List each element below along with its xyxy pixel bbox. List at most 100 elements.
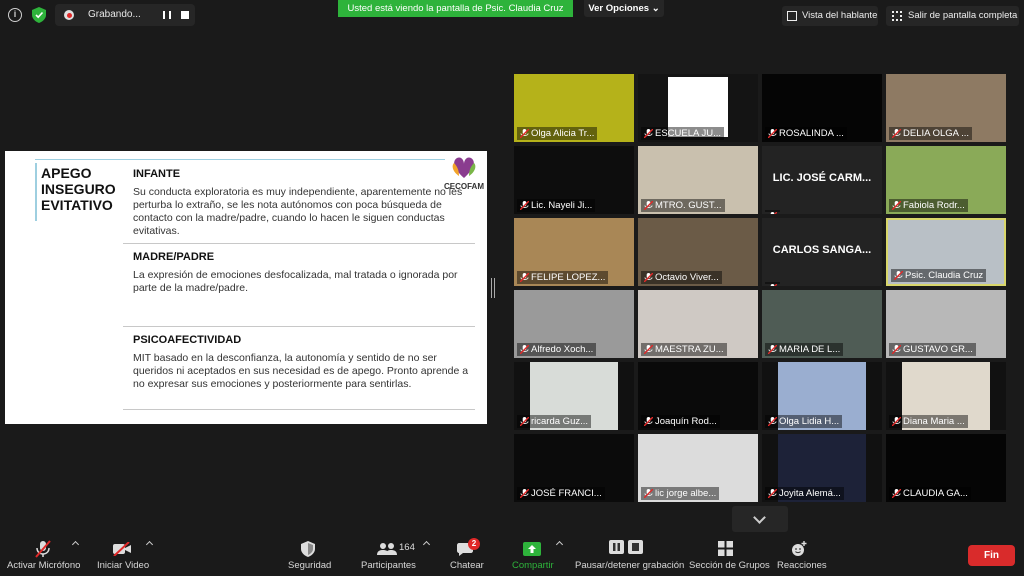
share-options-caret-icon[interactable] — [555, 540, 564, 549]
participant-name: MAESTRA ZU... — [655, 344, 724, 355]
participant-name-label — [765, 282, 780, 286]
participant-tile[interactable]: ESCUELA JU... — [638, 74, 758, 142]
participant-tile[interactable]: Olga Alicia Tr... — [514, 74, 634, 142]
participants-options-caret-icon[interactable] — [422, 540, 431, 549]
participant-tile[interactable]: DELIA OLGA ... — [886, 74, 1006, 142]
mic-muted-icon — [519, 200, 530, 211]
participant-name-label: GUSTAVO GR... — [889, 343, 976, 356]
participant-tile[interactable]: Joyita Alemá... — [762, 434, 882, 502]
participant-tile[interactable]: MARIA DE L... — [762, 290, 882, 358]
video-options-caret-icon[interactable] — [145, 540, 154, 549]
security-label: Seguridad — [288, 560, 332, 571]
info-icon[interactable]: i — [8, 8, 22, 22]
participant-tile[interactable]: Olga Lidia H... — [762, 362, 882, 430]
participant-name-label — [765, 210, 780, 214]
section-divider — [123, 243, 475, 244]
participant-tile[interactable]: lic jorge albe... — [638, 434, 758, 502]
participant-name: ESCUELA JU... — [655, 128, 721, 139]
participant-tile[interactable]: GUSTAVO GR... — [886, 290, 1006, 358]
section-heading: PSICOAFECTIVIDAD — [133, 334, 242, 346]
participant-name: Joaquín Rod... — [655, 416, 717, 427]
participant-name-label: MTRO. GUST... — [641, 199, 725, 212]
mic-options-caret-icon[interactable] — [71, 540, 80, 549]
recording-icon — [64, 10, 74, 20]
mic-muted-icon — [767, 416, 778, 427]
participants-icon — [377, 543, 397, 555]
share-label: Compartir — [512, 560, 554, 571]
security-icon — [301, 541, 315, 557]
section-heading: INFANTE — [133, 168, 181, 180]
participant-name-label: Joaquín Rod... — [641, 415, 720, 428]
participant-name: DELIA OLGA ... — [903, 128, 970, 139]
pause-recording-icon[interactable] — [163, 11, 171, 19]
participant-name-label: Octavio Viver... — [641, 271, 722, 284]
mic-muted-icon — [519, 416, 530, 427]
participant-tile[interactable]: ricarda Guz... — [514, 362, 634, 430]
section-body: La expresión de emociones desfocalizada,… — [133, 269, 458, 294]
participant-display-name: CARLOS SANGA... — [772, 244, 872, 256]
mic-muted-icon — [643, 488, 654, 499]
mic-muted-icon — [767, 128, 778, 139]
participant-name: Joyita Alemá... — [779, 488, 841, 499]
participant-name-label: JOSÉ FRANCI... — [517, 487, 605, 500]
participant-tile[interactable]: LIC. JOSÉ CARM... — [762, 146, 882, 214]
slide-title-line: INSEGURO — [41, 181, 116, 197]
mic-muted-icon — [891, 344, 902, 355]
exit-fullscreen-label: Salir de pantalla completa — [908, 10, 1018, 21]
exit-fullscreen-button[interactable]: Salir de pantalla completa — [886, 6, 1019, 26]
participant-name-label: Joyita Alemá... — [765, 487, 844, 500]
speaker-view-button[interactable]: Vista del hablante — [782, 6, 878, 26]
participant-tile[interactable]: Psic. Claudia Cruz — [886, 218, 1006, 286]
breakout-rooms-icon — [718, 541, 733, 556]
security-shield-icon[interactable] — [32, 7, 46, 23]
participant-tile[interactable]: Fabiola Rodr... — [886, 146, 1006, 214]
slide-title-line: APEGO — [41, 165, 92, 181]
participant-name-label: DELIA OLGA ... — [889, 127, 973, 140]
participant-tile[interactable]: FELIPE LOPEZ... — [514, 218, 634, 286]
participant-name-label: Lic. Nayeli Ji... — [517, 199, 596, 212]
stop-recording-icon[interactable] — [181, 11, 189, 19]
next-page-button[interactable] — [732, 506, 788, 532]
mic-muted-icon — [519, 488, 530, 499]
participant-tile[interactable]: CLAUDIA GA... — [886, 434, 1006, 502]
split-view-handle[interactable] — [491, 278, 495, 298]
chat-label: Chatear — [450, 560, 484, 571]
participant-name: Psic. Claudia Cruz — [905, 270, 984, 281]
mic-muted-icon — [893, 270, 904, 281]
recording-controls-label: Pausar/detener grabación — [575, 560, 685, 571]
section-body: Su conducta exploratoria es muy independ… — [133, 186, 463, 237]
mic-muted-icon — [643, 344, 654, 355]
participants-count: 164 — [399, 542, 415, 553]
end-meeting-button[interactable]: Fin — [968, 545, 1015, 566]
chat-unread-badge: 2 — [468, 538, 480, 550]
participant-name: GUSTAVO GR... — [903, 344, 973, 355]
participant-name-label: Fabiola Rodr... — [889, 199, 968, 212]
participant-tile[interactable]: CARLOS SANGA... — [762, 218, 882, 286]
participant-tile[interactable]: Diana Maria ... — [886, 362, 1006, 430]
mic-muted-icon — [767, 488, 778, 499]
participant-name-label: Olga Alicia Tr... — [517, 127, 598, 140]
participant-name: Diana Maria ... — [903, 416, 965, 427]
participant-name-label: CLAUDIA GA... — [889, 487, 971, 500]
participant-tile[interactable]: MAESTRA ZU... — [638, 290, 758, 358]
participant-tile[interactable]: JOSÉ FRANCI... — [514, 434, 634, 502]
top-bar: i Grabando... Usted está viendo la panta… — [0, 0, 1024, 32]
participant-tile[interactable]: MTRO. GUST... — [638, 146, 758, 214]
participant-tile[interactable]: Octavio Viver... — [638, 218, 758, 286]
participant-name: ROSALINDA ... — [779, 128, 844, 139]
section-heading: MADRE/PADRE — [133, 251, 215, 263]
participant-name-label: Olga Lidia H... — [765, 415, 843, 428]
participant-name: MARIA DE L... — [779, 344, 841, 355]
mic-muted-icon — [891, 200, 902, 211]
pause-stop-recording-icon — [609, 540, 643, 554]
participant-tile[interactable]: Lic. Nayeli Ji... — [514, 146, 634, 214]
participant-name: MTRO. GUST... — [655, 200, 722, 211]
participant-tile[interactable]: Alfredo Xoch... — [514, 290, 634, 358]
participant-tile[interactable]: ROSALINDA ... — [762, 74, 882, 142]
slide-title-accent — [35, 163, 37, 221]
participant-name: Alfredo Xoch... — [531, 344, 594, 355]
slide-title: APEGO INSEGURO EVITATIVO — [41, 165, 123, 213]
participant-tile[interactable]: Joaquín Rod... — [638, 362, 758, 430]
participant-name-label: ESCUELA JU... — [641, 127, 724, 140]
view-options-button[interactable]: Ver Opciones ⌄ — [584, 0, 664, 17]
